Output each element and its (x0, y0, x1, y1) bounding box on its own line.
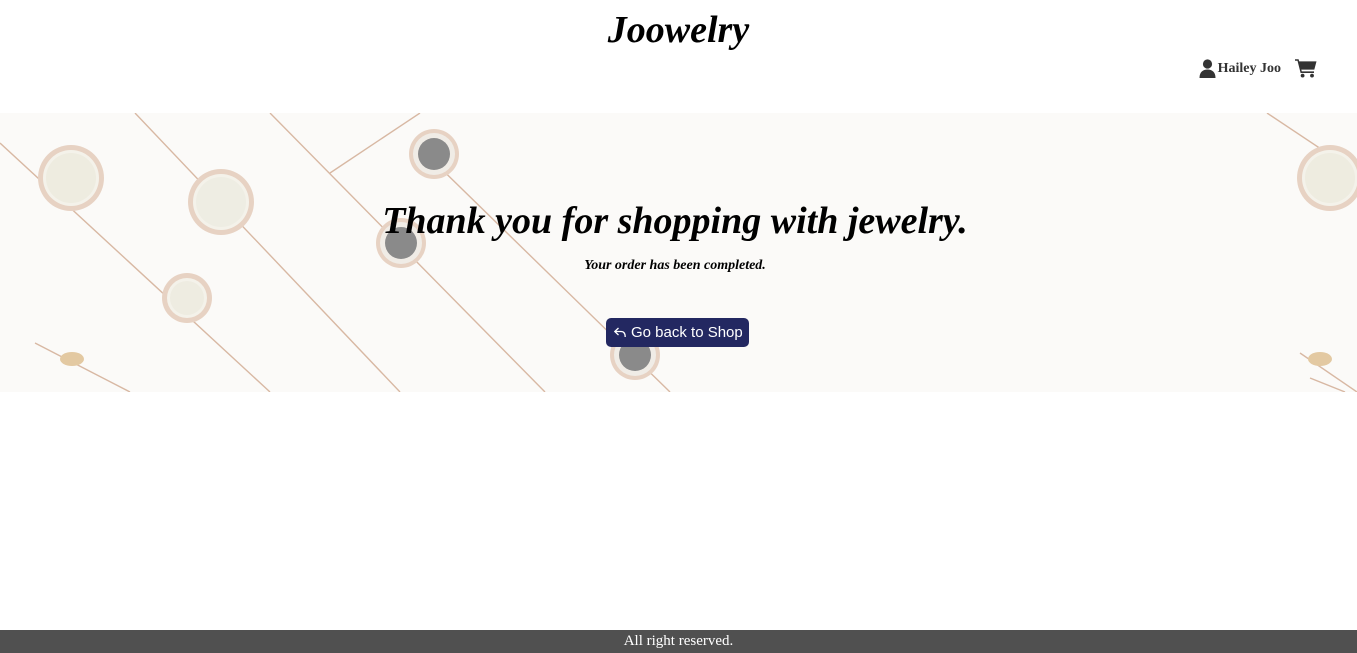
site-header: Joowelry Hailey Joo (0, 0, 1357, 113)
reply-arrow-icon (614, 327, 626, 338)
go-back-to-shop-label: Go back to Shop (631, 324, 743, 341)
user-area: Hailey Joo (1199, 58, 1317, 78)
thank-you-heading: Thank you for shopping with jewelry. (382, 200, 968, 242)
brand-logo[interactable]: Joowelry (0, 8, 1357, 52)
hero-content: Thank you for shopping with jewelry. You… (0, 113, 1357, 392)
site-footer: All right reserved. (0, 630, 1357, 653)
copyright-text: All right reserved. (623, 633, 734, 649)
user-icon (1199, 59, 1216, 78)
shopping-cart-icon[interactable] (1295, 58, 1317, 78)
order-completed-text: Your order has been completed. (584, 258, 766, 273)
user-name: Hailey Joo (1217, 61, 1281, 76)
user-account-link[interactable]: Hailey Joo (1199, 59, 1281, 78)
hero-banner: Thank you for shopping with jewelry. You… (0, 113, 1357, 392)
go-back-to-shop-button[interactable]: Go back to Shop (606, 318, 749, 347)
